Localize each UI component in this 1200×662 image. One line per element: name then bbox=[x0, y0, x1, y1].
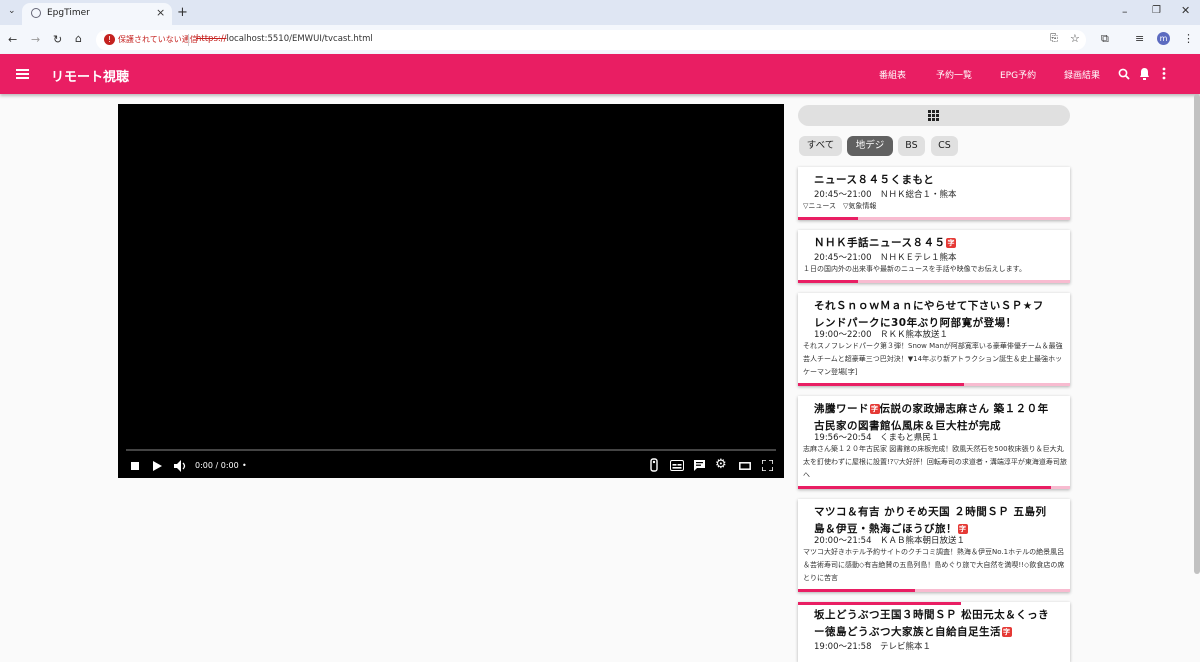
tab-cs[interactable]: CS bbox=[931, 136, 958, 156]
program-time: 19:00～22:00 ＲＫＫ熊本放送１ bbox=[814, 330, 948, 340]
tab-all[interactable]: すべて bbox=[799, 136, 842, 156]
program-time: 20:45～21:00 ＮＨＫ総合１・熊本 bbox=[814, 190, 957, 200]
new-tab-plus-icon[interactable]: + bbox=[177, 5, 188, 20]
program-description: ▽ニュース ▽気象情報 bbox=[803, 202, 877, 210]
reload-icon[interactable]: ↻ bbox=[53, 33, 62, 46]
program-description: マツコ大好きホテル予約サイトのクチコミ調査！熱海＆伊豆No.1ホテルの絶景風呂＆… bbox=[803, 548, 1065, 582]
theater-mode-icon[interactable] bbox=[739, 462, 751, 470]
program-title: ＮＨＫ手話ニュース８４５ 字 bbox=[814, 237, 956, 249]
bookmark-star-icon[interactable]: ☆ bbox=[1070, 32, 1080, 45]
progress-fill bbox=[798, 602, 961, 605]
program-time: 19:56～20:54 くまもと県民１ bbox=[814, 433, 940, 443]
search-icon[interactable] bbox=[1118, 68, 1130, 80]
tab-bs[interactable]: BS bbox=[898, 136, 925, 156]
back-arrow-icon[interactable]: ← bbox=[8, 33, 17, 46]
browser-tab[interactable]: EpgTimer × bbox=[22, 3, 172, 25]
program-title: 沸騰ワード 字伝説の家政婦志麻さん 築１２０年古民家の図書館仏風床＆巨大柱が完成 bbox=[814, 403, 1049, 432]
program-description: １日の国内外の出来事や最新のニュースを手話や映像でお伝えします。 bbox=[803, 265, 1026, 273]
nav-link-reservations[interactable]: 予約一覧 bbox=[936, 68, 972, 81]
progress-fill bbox=[798, 486, 1051, 489]
fullscreen-icon[interactable] bbox=[762, 460, 773, 471]
install-app-icon[interactable]: ⎘ bbox=[1050, 33, 1058, 44]
media-controls-icon[interactable]: ≡ bbox=[1135, 32, 1144, 45]
grid-apps-icon bbox=[928, 110, 939, 121]
program-card[interactable]: ニュース８４５くまもと 20:45～21:00 ＮＨＫ総合１・熊本 ▽ニュース … bbox=[798, 167, 1070, 220]
extensions-icon[interactable]: ⧉ bbox=[1101, 32, 1109, 46]
bell-icon[interactable] bbox=[1139, 67, 1150, 80]
caption-badge: 字 bbox=[946, 238, 956, 248]
not-secure-icon: ! bbox=[104, 34, 115, 45]
home-icon[interactable]: ⌂ bbox=[75, 32, 82, 45]
video-player[interactable] bbox=[118, 104, 784, 478]
page-title: リモート視聴 bbox=[51, 70, 130, 85]
caption-badge: 字 bbox=[870, 404, 880, 414]
nav-link-epg-guide[interactable]: 番組表 bbox=[879, 68, 906, 81]
forward-arrow-icon[interactable]: → bbox=[31, 33, 40, 46]
profile-avatar[interactable]: m bbox=[1157, 32, 1170, 45]
program-title: ニュース８４５くまもと bbox=[814, 174, 935, 186]
video-time: 0:00 / 0:00 bbox=[195, 461, 239, 470]
video-seek-bar[interactable] bbox=[126, 449, 776, 451]
program-description: 志麻さん築１２０年古民家 図書館の床板完成！欧風天然石を500枚床張り＆巨大丸太… bbox=[803, 445, 1067, 479]
volume-icon[interactable] bbox=[174, 460, 187, 472]
url-path: localhost:5510/EMWUI/tvcast.html bbox=[226, 34, 373, 44]
caption-badge: 字 bbox=[1002, 627, 1012, 637]
program-card[interactable]: 沸騰ワード 字伝説の家政婦志麻さん 築１２０年古民家の図書館仏風床＆巨大柱が完成 … bbox=[798, 396, 1070, 489]
settings-gear-icon[interactable]: ⚙ bbox=[715, 457, 727, 472]
tab-title: EpgTimer bbox=[47, 8, 90, 18]
program-card[interactable]: ＮＨＫ手話ニュース８４５ 字 20:45～21:00 ＮＨＫＥテレ１熊本 １日の国… bbox=[798, 230, 1070, 283]
program-title: それＳｎｏｗＭａｎにやらせて下さいＳＰ★フレンドパークに30年ぶり阿部寛が登場！ bbox=[814, 300, 1044, 329]
url-text[interactable]: https://localhost:5510/EMWUI/tvcast.html bbox=[196, 34, 373, 44]
address-bar[interactable]: ! 保護されていない通信 https://localhost:5510/EMWU… bbox=[96, 30, 1086, 50]
url-scheme: https:// bbox=[196, 34, 227, 44]
nav-link-epg-reserve[interactable]: EPG予約 bbox=[1000, 68, 1036, 81]
program-title: 坂上どうぶつ王国３時間ＳＰ 松田元太＆くっきー徳島どうぶつ大家族と自給自足生活字 bbox=[814, 609, 1050, 638]
live-dot: • bbox=[242, 461, 247, 470]
comment-icon[interactable] bbox=[693, 459, 706, 472]
program-card[interactable]: マツコ＆有吉 かりそめ天国 ２時間ＳＰ 五島列島＆伊豆・熱海ごほうび旅！字 20… bbox=[798, 499, 1070, 592]
program-title: マツコ＆有吉 かりそめ天国 ２時間ＳＰ 五島列島＆伊豆・熱海ごほうび旅！字 bbox=[814, 506, 1047, 535]
program-card[interactable]: 坂上どうぶつ王国３時間ＳＰ 松田元太＆くっきー徳島どうぶつ大家族と自給自足生活字… bbox=[798, 602, 1070, 662]
progress-fill bbox=[798, 280, 858, 283]
page-scrollbar[interactable] bbox=[1194, 94, 1200, 574]
security-label[interactable]: 保護されていない通信 bbox=[118, 34, 198, 45]
program-card[interactable]: それＳｎｏｗＭａｎにやらせて下さいＳＰ★フレンドパークに30年ぶり阿部寛が登場！… bbox=[798, 293, 1070, 386]
more-vert-icon[interactable] bbox=[1161, 67, 1167, 80]
restore-icon[interactable]: ❐ bbox=[1152, 5, 1161, 16]
progress-fill bbox=[798, 383, 964, 386]
stop-icon[interactable] bbox=[131, 462, 139, 470]
progress-fill bbox=[798, 217, 858, 220]
play-icon[interactable] bbox=[153, 461, 162, 471]
program-time: 20:45～21:00 ＮＨＫＥテレ１熊本 bbox=[814, 253, 957, 263]
tab-close-icon[interactable]: × bbox=[156, 6, 165, 19]
hamburger-menu-icon[interactable] bbox=[16, 69, 29, 79]
window-close-icon[interactable]: ✕ bbox=[1181, 4, 1190, 17]
remote-control-icon[interactable] bbox=[650, 458, 658, 472]
subtitles-icon[interactable] bbox=[670, 460, 684, 471]
tab-favicon-icon bbox=[31, 8, 41, 18]
tab-list-chevron-icon[interactable]: ⌄ bbox=[8, 6, 16, 16]
tab-terrestrial[interactable]: 地デジ bbox=[847, 136, 893, 156]
channel-grid-button[interactable] bbox=[798, 105, 1070, 126]
progress-fill bbox=[798, 589, 915, 592]
browser-menu-icon[interactable]: ⋮ bbox=[1183, 32, 1194, 45]
program-time: 19:00～21:58 テレビ熊本１ bbox=[814, 642, 931, 652]
caption-badge: 字 bbox=[958, 524, 968, 534]
nav-link-recorded[interactable]: 録画結果 bbox=[1064, 68, 1100, 81]
minimize-icon[interactable]: – bbox=[1122, 5, 1128, 18]
program-time: 20:00～21:54 ＫＡＢ熊本朝日放送１ bbox=[814, 536, 965, 546]
omnibox-divider bbox=[188, 34, 189, 46]
program-description: それスノフレンドパーク第３弾！Snow Manが阿部寛率いる豪華俳優チーム＆最強… bbox=[803, 342, 1063, 376]
